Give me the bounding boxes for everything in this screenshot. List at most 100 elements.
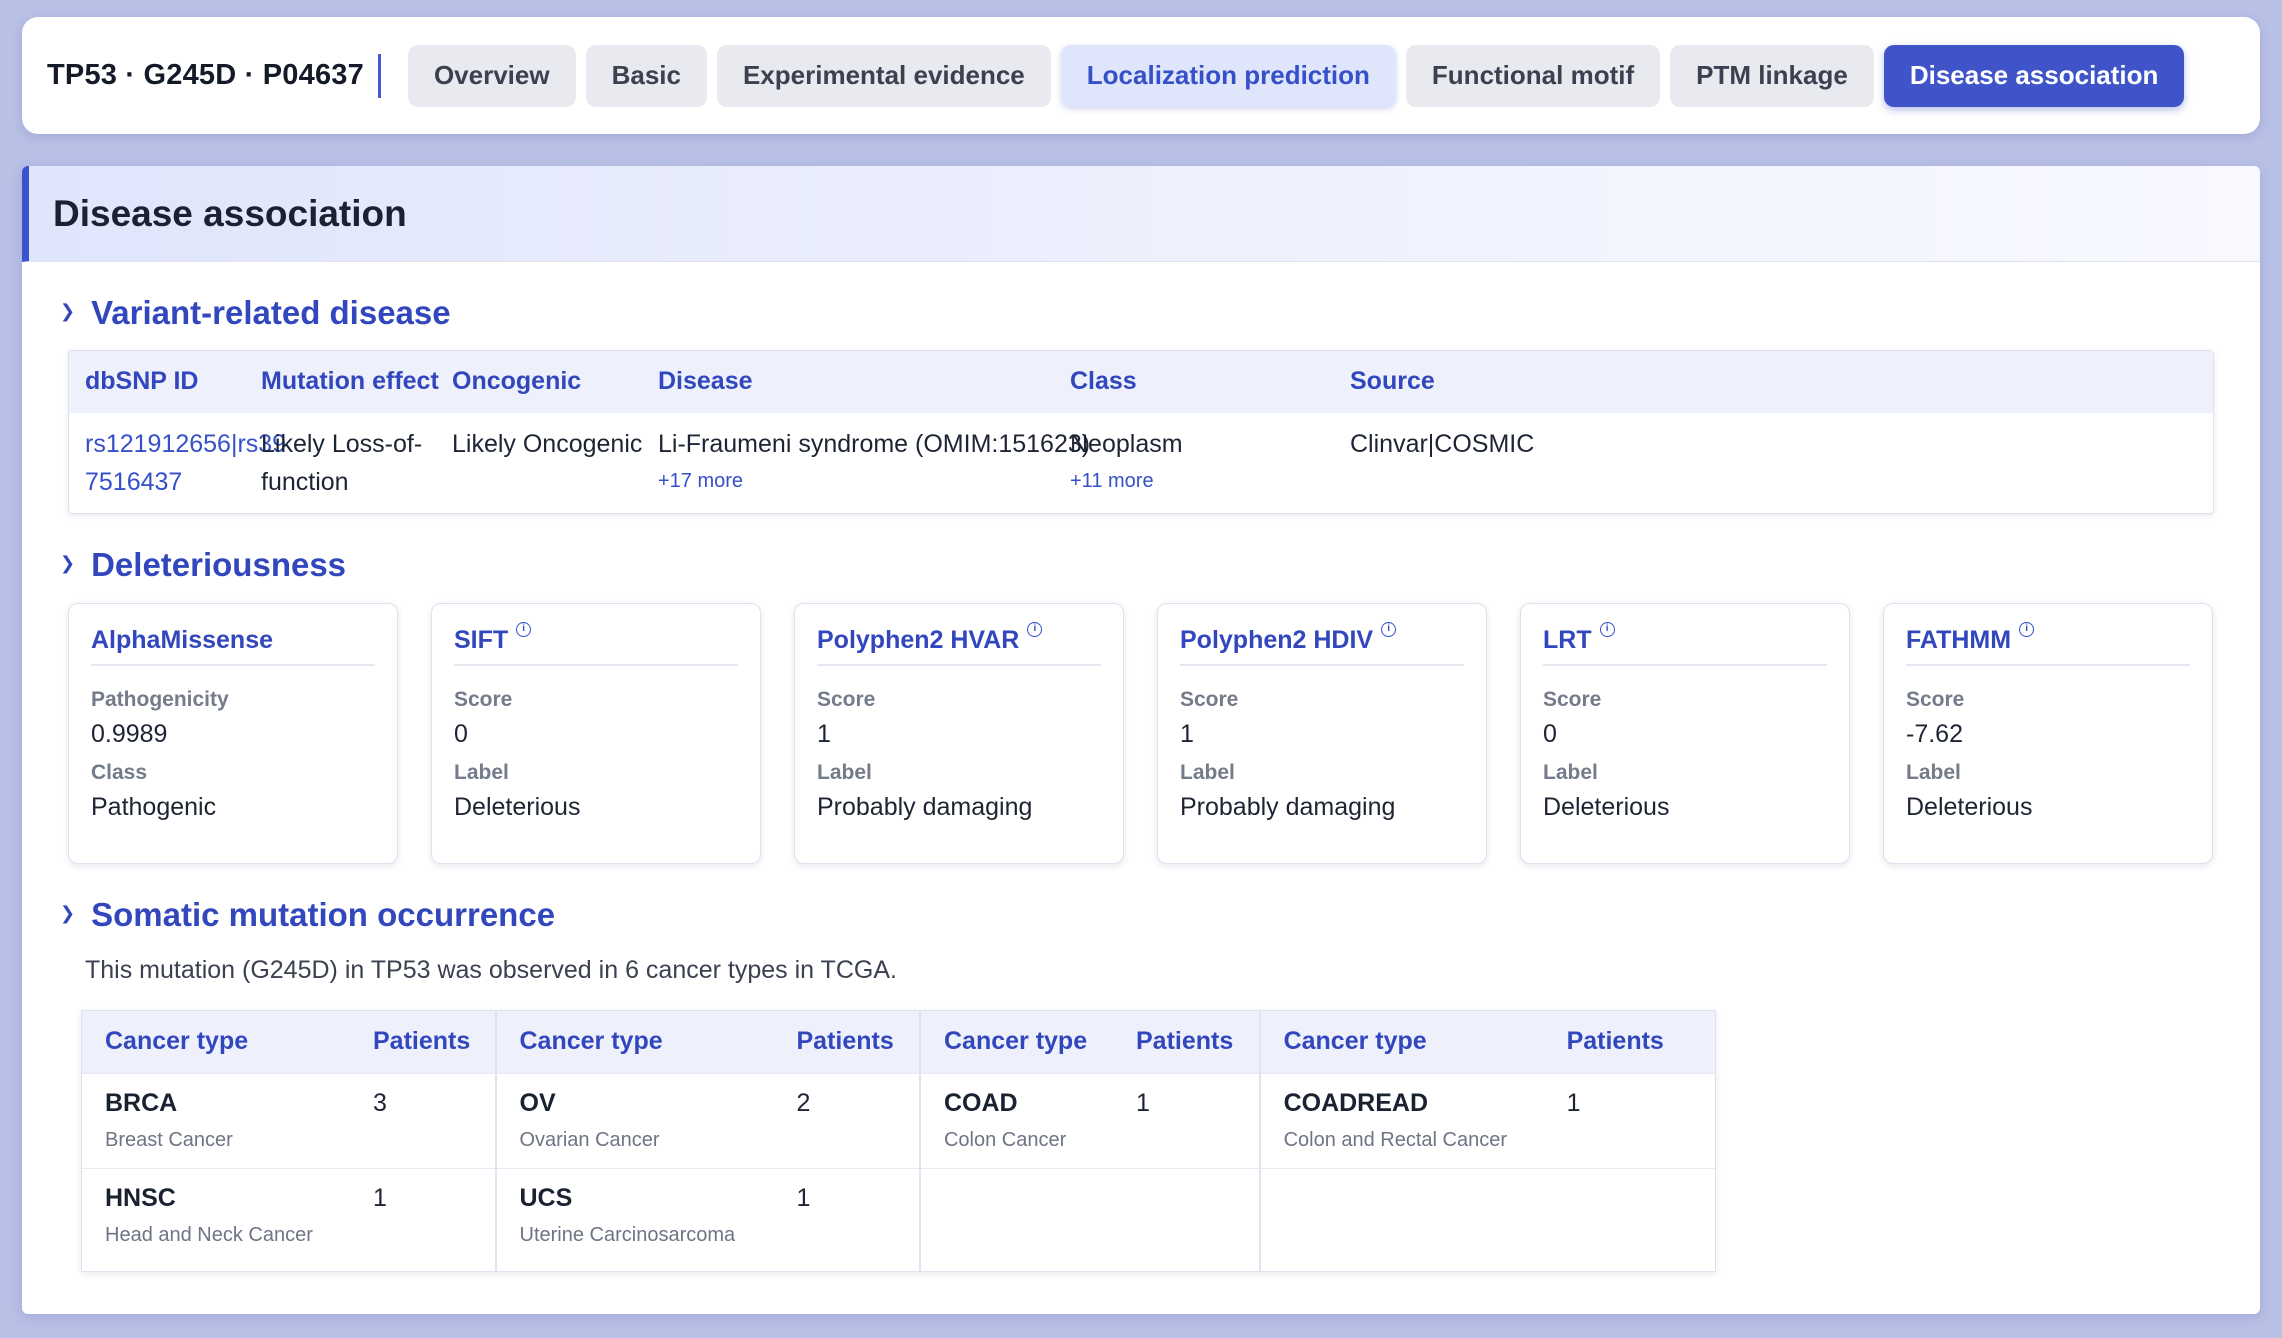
variant-disease-table: dbSNP ID Mutation effect Oncogenic Disea… — [68, 350, 2214, 514]
card-label: Label — [1543, 761, 1598, 784]
tab-disease-association[interactable]: Disease association — [1883, 44, 2185, 107]
column-header-cancer-type: Cancer type — [519, 1027, 663, 1055]
cancer-code: COAD — [943, 1089, 1018, 1117]
predictor-card-polyphen2-hdiv: Polyphen2 HDIV i Score 1 Label Probably d… — [1157, 603, 1487, 864]
card-title-text: LRT — [1543, 626, 1592, 654]
info-icon[interactable]: i — [2019, 622, 2035, 637]
disease-more-link[interactable]: +17 more — [658, 467, 1090, 495]
card-value: 0.9989 — [91, 720, 168, 748]
column-header-cancer-type: Cancer type — [943, 1027, 1088, 1055]
chevron-down-icon: ❯ — [60, 300, 76, 321]
patient-count: 3 — [373, 1089, 387, 1117]
card-title: SIFT i — [454, 622, 738, 666]
tab-overview[interactable]: Overview — [407, 44, 576, 107]
cancer-name: Breast Cancer — [105, 1129, 233, 1151]
column-header-source: Source — [1350, 367, 1435, 395]
somatic-occurrence-table: Cancer type Patients BRCA Breast Cancer … — [81, 1010, 1716, 1272]
variant-section-title: Variant-related disease — [91, 294, 451, 331]
dbsnp-id-line1: rs121912656|rs39 — [85, 430, 287, 458]
table-header-row: Cancer type Patients — [1260, 1011, 1715, 1073]
table-row: COAD Colon Cancer 1 — [920, 1073, 1259, 1168]
card-title-text: Polyphen2 HDIV — [1180, 626, 1374, 654]
predictor-card-fathmm: FATHMM i Score -7.62 Label Deleterious — [1883, 603, 2213, 864]
cancer-name: Colon and Rectal Cancer — [1283, 1129, 1508, 1151]
card-label: Score — [1543, 688, 1602, 711]
card-value: Pathogenic — [91, 793, 217, 821]
column-header-patients: Patients — [1135, 1027, 1234, 1055]
cancer-type-group: Cancer type Patients COADREAD Colon and … — [1260, 1011, 1715, 1271]
card-title-text: Polyphen2 HVAR — [817, 626, 1020, 654]
card-value: Probably damaging — [817, 793, 1033, 821]
card-title: LRT i — [1543, 622, 1827, 666]
table-row-empty — [1260, 1168, 1715, 1263]
card-title: FATHMM i — [1906, 622, 2190, 666]
info-icon[interactable]: i — [516, 622, 532, 637]
class-more-link[interactable]: +11 more — [1070, 467, 1183, 495]
cancer-code: BRCA — [105, 1089, 178, 1117]
cancer-name: Uterine Carcinosarcoma — [519, 1224, 736, 1246]
info-icon[interactable]: i — [1599, 622, 1615, 637]
cancer-type-group: Cancer type Patients BRCA Breast Cancer … — [82, 1011, 497, 1271]
column-header-patients: Patients — [373, 1027, 471, 1055]
mutation-effect-cell: Likely Loss-of- function — [261, 425, 422, 501]
predictor-card-sift: SIFT i Score 0 Label Deleterious — [431, 603, 761, 864]
cancer-code: UCS — [519, 1184, 573, 1212]
card-title-text: FATHMM — [1906, 626, 2012, 654]
patient-count: 2 — [796, 1089, 811, 1117]
table-header-row: Cancer type Patients — [920, 1011, 1259, 1073]
table-row: COADREAD Colon and Rectal Cancer 1 — [1260, 1073, 1715, 1168]
dbsnp-id-link[interactable]: rs121912656|rs39 7516437 — [85, 425, 286, 501]
somatic-section-toggle[interactable]: ❯ Somatic mutation occurrence — [60, 896, 555, 934]
card-label: Class — [91, 761, 148, 784]
source-cell: Clinvar|COSMIC — [1350, 430, 1535, 458]
disease-value: Li-Fraumeni syndrome (OMIM:151623) — [658, 430, 1091, 458]
cancer-code: COADREAD — [1283, 1089, 1429, 1117]
card-label: Label — [454, 761, 509, 784]
card-label: Label — [1906, 761, 1961, 784]
cancer-type-group: Cancer type Patients COAD Colon Cancer 1 — [920, 1011, 1261, 1271]
card-title: Polyphen2 HDIV i — [1180, 622, 1464, 666]
oncogenic-cell: Likely Oncogenic — [452, 430, 643, 458]
card-label: Pathogenicity — [91, 688, 229, 711]
cancer-code: HNSC — [105, 1184, 176, 1212]
cancer-name: Colon Cancer — [943, 1129, 1067, 1151]
tab-functional-motif[interactable]: Functional motif — [1405, 44, 1661, 107]
info-icon[interactable]: i — [1027, 622, 1043, 637]
card-label: Score — [454, 688, 513, 711]
card-title-text: AlphaMissense — [91, 626, 274, 654]
card-value: 0 — [454, 720, 468, 748]
column-header-patients: Patients — [796, 1027, 894, 1055]
patient-count: 1 — [1566, 1089, 1581, 1117]
somatic-summary: This mutation (G245D) in TP53 was observ… — [85, 956, 897, 984]
tab-ptm-linkage[interactable]: PTM linkage — [1670, 44, 1874, 107]
card-title: Polyphen2 HVAR i — [817, 622, 1101, 666]
class-value: Neoplasm — [1070, 430, 1183, 458]
column-header-class: Class — [1070, 367, 1137, 395]
dbsnp-id-line2: 7516437 — [85, 468, 183, 496]
disease-association-panel: Disease association ❯ Variant-related di… — [22, 166, 2260, 1314]
column-header-disease: Disease — [658, 367, 753, 395]
tab-basic[interactable]: Basic — [585, 44, 707, 107]
patient-count: 1 — [373, 1184, 387, 1212]
card-label: Label — [1180, 761, 1235, 784]
column-header-cancer-type: Cancer type — [1283, 1027, 1427, 1055]
tab-localization-prediction[interactable]: Localization prediction — [1060, 44, 1396, 107]
mutation-effect-line1: Likely Loss-of- — [261, 430, 423, 458]
panel-title: Disease association — [53, 192, 407, 234]
table-row: HNSC Head and Neck Cancer 1 — [82, 1168, 495, 1263]
column-header-cancer-type: Cancer type — [105, 1027, 249, 1055]
table-row: rs121912656|rs39 7516437 Likely Loss-of-… — [69, 413, 2213, 513]
info-icon[interactable]: i — [1381, 622, 1397, 637]
deleteriousness-section-toggle[interactable]: ❯ Deleteriousness — [60, 546, 346, 584]
predictor-card-polyphen2-hvar: Polyphen2 HVAR i Score 1 Label Probably d… — [794, 603, 1124, 864]
column-header-dbsnp: dbSNP ID — [85, 367, 199, 395]
top-navigation-bar: TP53 · G245D · P04637 Overview Basic Exp… — [22, 17, 2260, 134]
card-title: AlphaMissense — [91, 622, 375, 666]
variant-section-toggle[interactable]: ❯ Variant-related disease — [60, 294, 451, 332]
card-value: 1 — [1180, 720, 1194, 748]
mutation-effect-line2: function — [261, 468, 349, 496]
tab-experimental-evidence[interactable]: Experimental evidence — [716, 44, 1051, 107]
panel-header: Disease association — [22, 166, 2260, 262]
table-row: BRCA Breast Cancer 3 — [82, 1073, 495, 1168]
card-label: Score — [1180, 688, 1239, 711]
